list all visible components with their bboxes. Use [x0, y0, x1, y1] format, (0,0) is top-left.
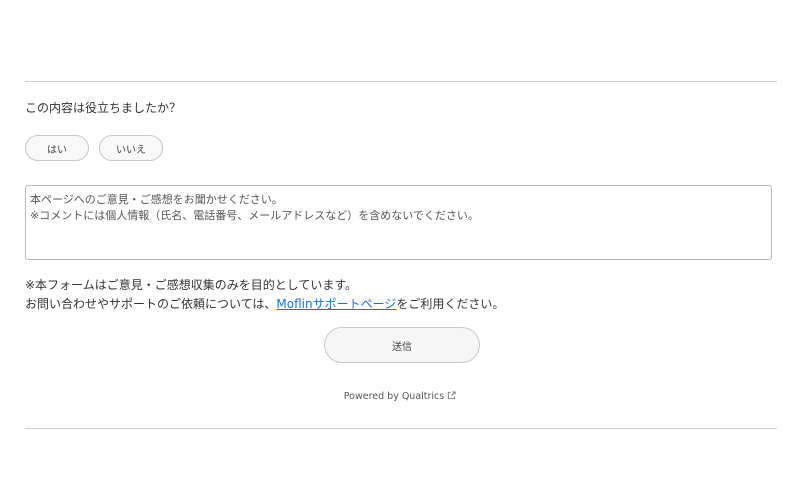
- powered-by[interactable]: Powered by Qualtrics: [0, 391, 800, 403]
- bottom-divider: [25, 428, 777, 429]
- form-notice: ※本フォームはご意見・ご感想収集のみを目的としています。 お問い合わせやサポート…: [25, 276, 504, 314]
- notice-line-1: ※本フォームはご意見・ご感想収集のみを目的としています。: [25, 278, 358, 292]
- feedback-page: この内容は役立ちましたか？ はい いいえ 本ページへのご意見・ご感想をお聞かせく…: [0, 0, 800, 500]
- answer-choices: はい いいえ: [25, 135, 163, 161]
- powered-by-text[interactable]: Powered by Qualtrics: [344, 391, 444, 402]
- support-page-link[interactable]: Moflinサポートページ: [276, 297, 396, 311]
- submit-button[interactable]: 送信: [324, 327, 480, 363]
- comment-textarea[interactable]: 本ページへのご意見・ご感想をお聞かせください。 ※コメントには個人情報（氏名、電…: [25, 185, 772, 260]
- yes-button[interactable]: はい: [25, 135, 89, 161]
- top-divider: [25, 81, 777, 82]
- notice-prefix: お問い合わせやサポートのご依頼については、: [25, 297, 277, 311]
- notice-suffix: をご利用ください。: [396, 297, 505, 311]
- notice-line-2: お問い合わせやサポートのご依頼については、Moflinサポートページをご利用くだ…: [25, 295, 504, 314]
- no-button[interactable]: いいえ: [99, 135, 163, 161]
- feedback-question: この内容は役立ちましたか？: [25, 101, 182, 115]
- external-link-icon: [447, 391, 456, 403]
